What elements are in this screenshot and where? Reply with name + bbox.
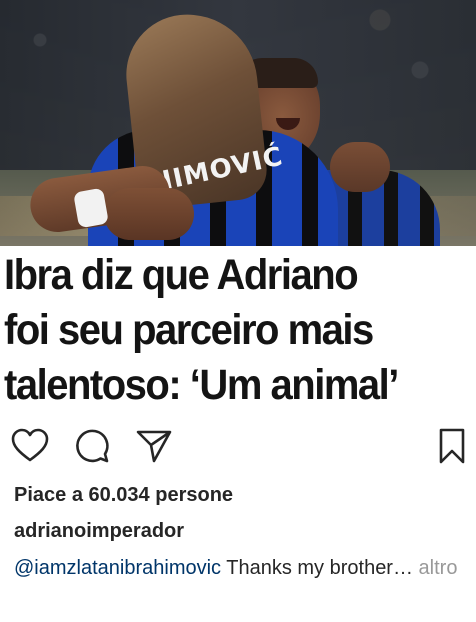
wristband xyxy=(73,187,109,229)
save-button[interactable] xyxy=(432,426,472,466)
like-button[interactable] xyxy=(10,426,50,466)
headline-line-3: talentoso: ‘Um animal’ xyxy=(4,361,399,409)
action-bar xyxy=(0,420,476,470)
paper-plane-icon xyxy=(136,430,172,463)
player-hand xyxy=(104,188,194,240)
username[interactable]: adrianoimperador xyxy=(14,520,184,543)
comment-icon xyxy=(76,429,109,463)
mention-link[interactable]: @iamzlatanibrahimovic xyxy=(14,557,221,579)
likes-count[interactable]: Piace a 60.034 persone xyxy=(14,484,233,507)
share-button[interactable] xyxy=(134,426,174,466)
headline-line-1: Ibra diz que Adriano xyxy=(4,251,359,299)
more-link[interactable]: altro xyxy=(413,557,458,579)
bookmark-icon xyxy=(439,428,465,464)
headline: Ibra diz que Adriano foi seu parceiro ma… xyxy=(4,248,439,413)
post-image[interactable]: AHIMOVIĆ xyxy=(0,0,476,246)
caption: @iamzlatanibrahimovic Thanks my brother…… xyxy=(14,553,464,583)
caption-text: Thanks my brother… xyxy=(221,557,413,579)
heart-icon xyxy=(11,428,49,462)
comment-button[interactable] xyxy=(72,426,112,466)
player-arm-right xyxy=(330,142,390,192)
headline-line-2: foi seu parceiro mais xyxy=(4,306,374,354)
